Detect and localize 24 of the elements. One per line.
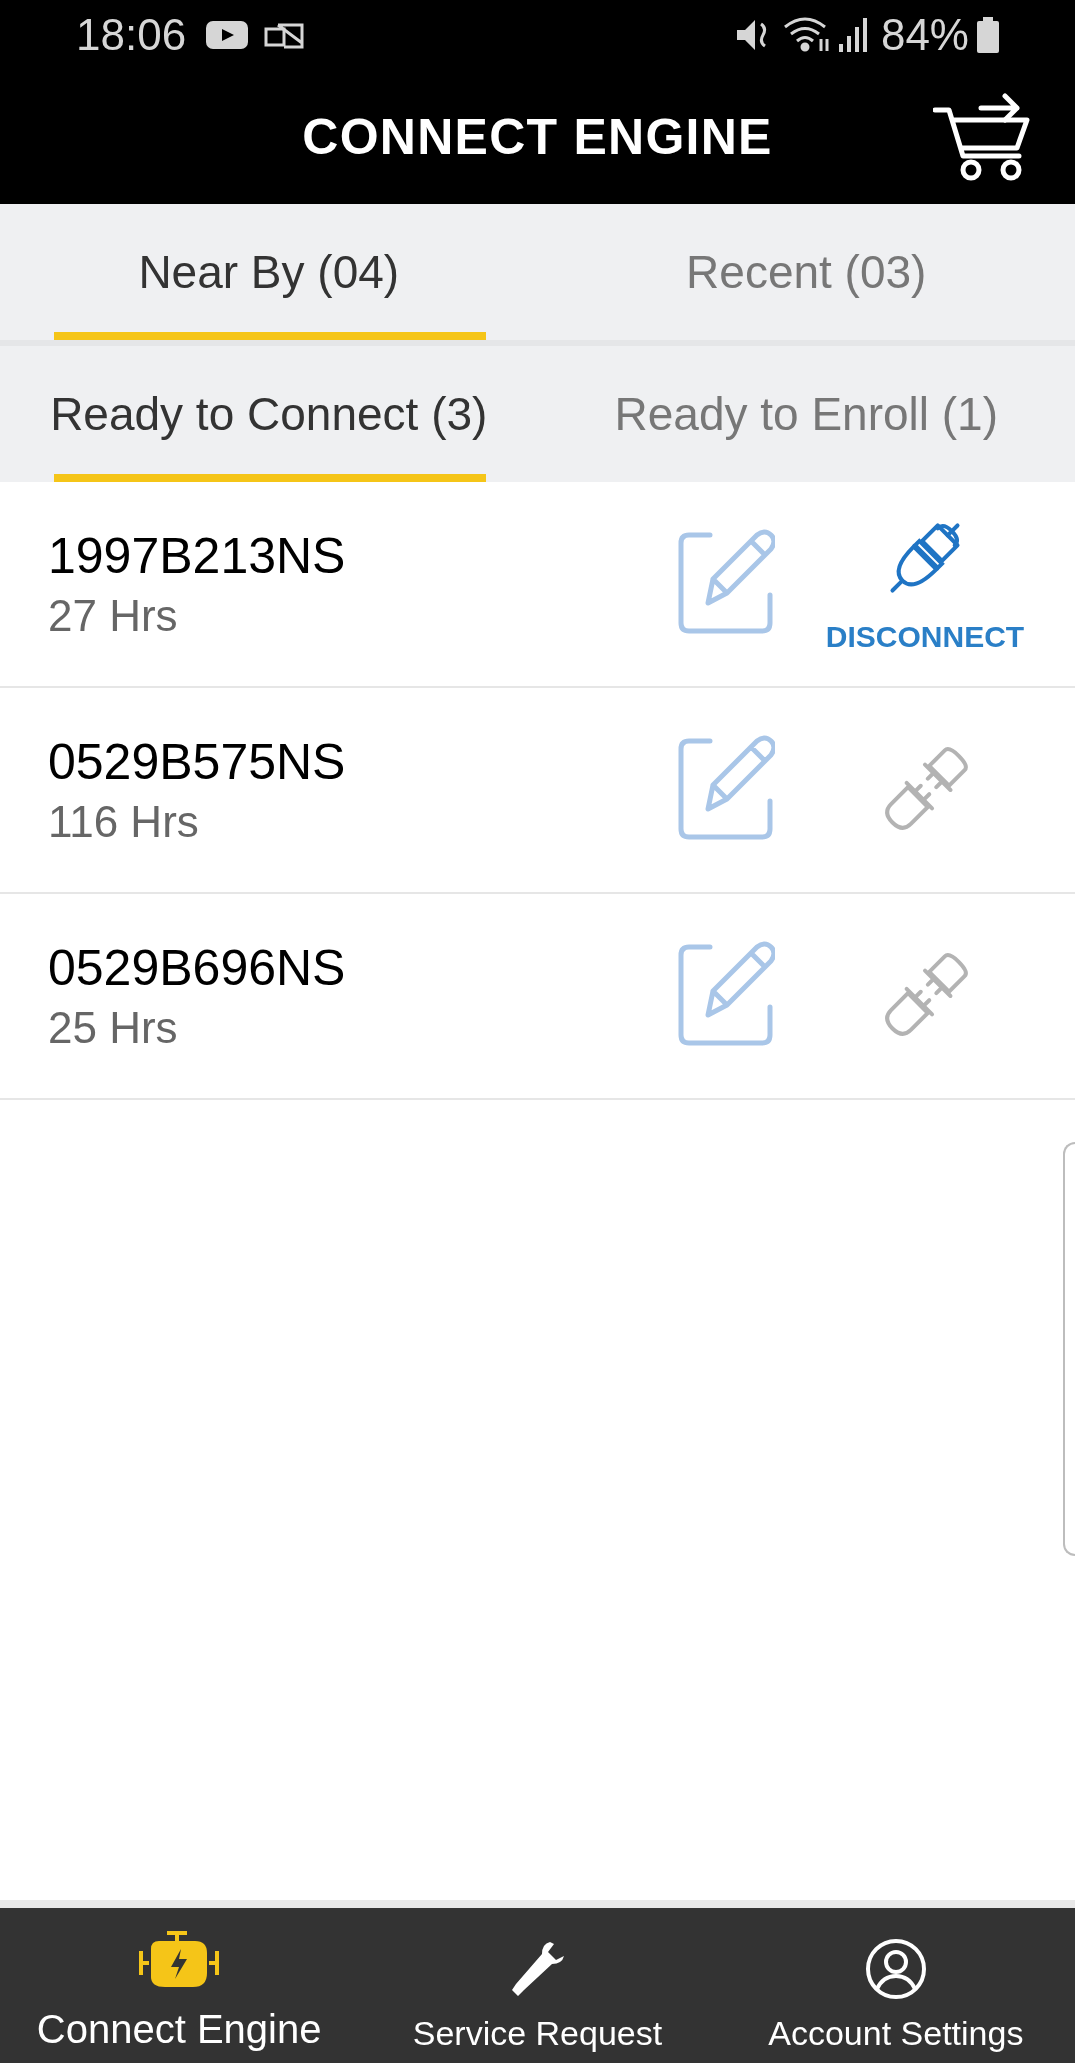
message-icon — [264, 21, 305, 49]
signal-icon — [838, 18, 869, 52]
screen-title: CONNECT ENGINE — [302, 107, 773, 167]
tab[interactable]: Recent (03) — [537, 204, 1075, 340]
disconnect-button[interactable]: DISCONNECT — [825, 613, 1025, 659]
battery-icon — [977, 17, 999, 53]
engine-hours: 116 Hrs — [48, 795, 200, 848]
engine-serial: 0529B575NS — [48, 733, 347, 793]
wifi-icon — [782, 17, 831, 53]
tab[interactable]: Near By (04) — [0, 204, 538, 340]
battery-level: 84% — [880, 9, 969, 61]
nav-tab[interactable]: Service Request — [358, 1908, 717, 2063]
status-time: 18:06 — [76, 9, 187, 61]
engine-hours: 27 Hrs — [48, 589, 179, 642]
tab[interactable]: Ready to Connect (3) — [0, 346, 538, 482]
nav-tab[interactable]: Account Settings — [716, 1908, 1075, 2063]
edge-panel-handle[interactable] — [1063, 1142, 1075, 1556]
video-icon — [206, 21, 249, 49]
engine-serial: 0529B696NS — [48, 939, 347, 999]
tab[interactable]: Ready to Enroll (1) — [537, 346, 1075, 482]
engine-hours: 25 Hrs — [48, 1001, 179, 1054]
account-icon — [864, 1938, 927, 2000]
nav-tab[interactable]: Connect Engine — [0, 1908, 359, 2063]
engine-serial: 1997B213NS — [48, 527, 347, 587]
